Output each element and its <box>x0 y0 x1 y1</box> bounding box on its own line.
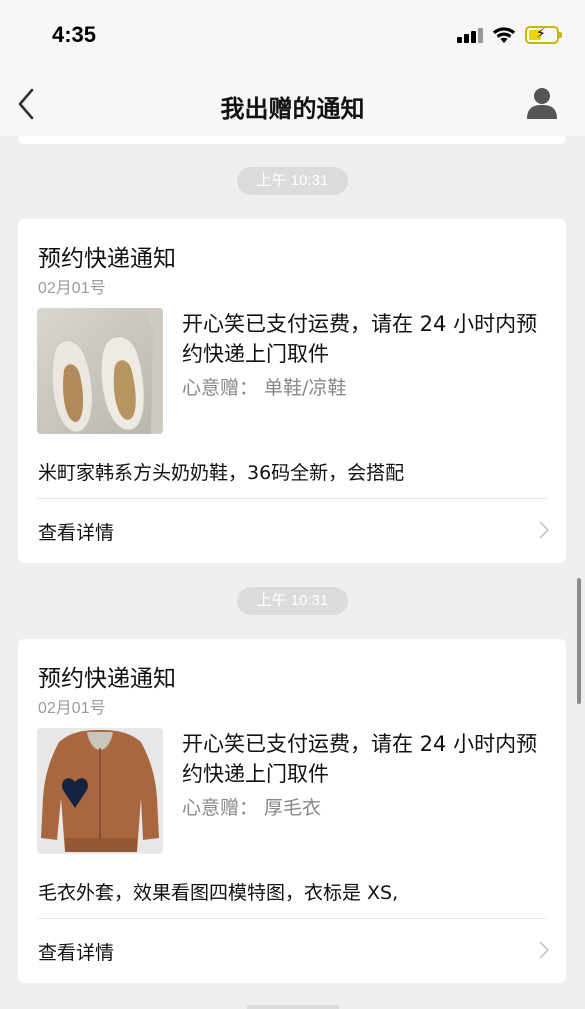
status-bar: 4:35 ⚡ <box>0 0 585 72</box>
battery-icon: ⚡ <box>525 26 562 44</box>
sweater-photo[interactable] <box>37 728 163 854</box>
status-time: 4:35 <box>52 22 97 47</box>
card-title: 预约快递通知 <box>38 246 176 272</box>
page-title: 我出赠的通知 <box>220 95 365 123</box>
card-date: 02月01号 <box>38 280 106 297</box>
divider <box>37 498 547 499</box>
shoes-photo[interactable] <box>37 308 163 434</box>
notification-card[interactable]: 预约快递通知 02月01号 开心笑已支付运费，请在 24 小时内预约快递上门取件… <box>18 639 566 983</box>
cellular-signal-icon <box>457 27 483 43</box>
gift-item: 单鞋/凉鞋 <box>264 377 347 399</box>
gift-label: 心意赠： <box>182 797 259 819</box>
view-details-link[interactable]: 查看详情 <box>38 938 114 965</box>
scrollbar[interactable] <box>577 578 581 704</box>
nav-bar: 我出赠的通知 <box>0 72 585 136</box>
divider <box>37 918 547 919</box>
gift-info: 心意赠： 厚毛衣 <box>182 793 321 820</box>
notification-card[interactable]: 预约快递通知 02月01号 开心笑已支付运费，请在 24 小时内预约快递上门取件… <box>18 219 566 563</box>
view-details-link[interactable]: 查看详情 <box>38 518 114 545</box>
gift-info: 心意赠： 单鞋/凉鞋 <box>182 373 346 400</box>
card-message: 开心笑已支付运费，请在 24 小时内预约快递上门取件 <box>182 732 538 786</box>
wifi-icon <box>492 27 516 43</box>
card-description: 米町家韩系方头奶奶鞋，36码全新，会搭配 <box>38 462 405 484</box>
card-title: 预约快递通知 <box>38 666 176 692</box>
gift-item: 厚毛衣 <box>264 797 322 819</box>
status-icons: ⚡ <box>457 26 562 44</box>
next-timestamp-chip-edge <box>247 1005 339 1009</box>
card-date: 02月01号 <box>38 700 106 717</box>
chevron-right-icon <box>539 941 550 959</box>
chevron-right-icon <box>539 521 550 539</box>
timestamp-chip: 上午 10:31 <box>237 167 348 195</box>
gift-label: 心意赠： <box>182 377 259 399</box>
card-description: 毛衣外套，效果看图四模特图，衣标是 XS, <box>38 882 399 904</box>
previous-card-edge <box>18 136 566 144</box>
card-message: 开心笑已支付运费，请在 24 小时内预约快递上门取件 <box>182 312 538 366</box>
user-icon[interactable] <box>525 86 559 120</box>
timestamp-chip: 上午 10:31 <box>237 587 348 615</box>
